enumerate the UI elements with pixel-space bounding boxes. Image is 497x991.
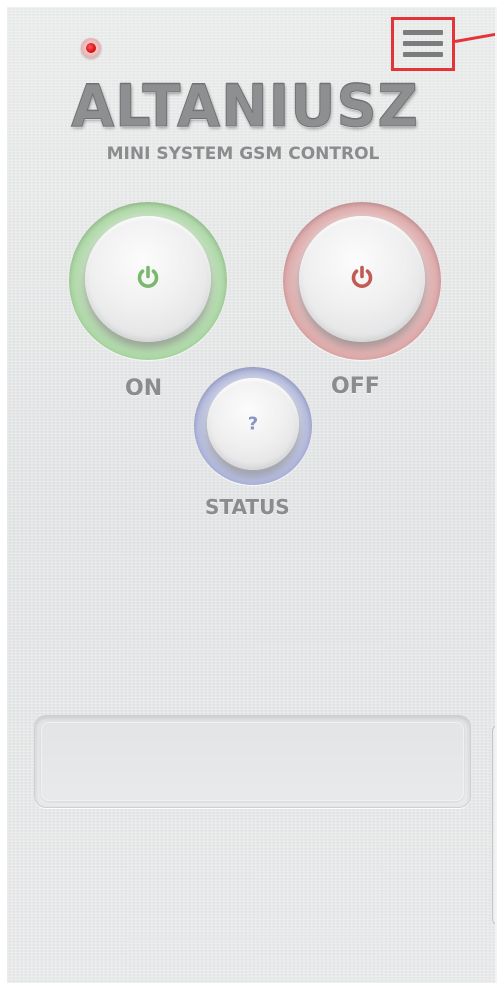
on-button[interactable] [69,202,227,360]
message-display [34,715,471,808]
on-button-label: ON [125,376,163,401]
menu-highlight-pointer [454,32,497,43]
status-button-face[interactable]: ? [207,378,299,470]
off-button-face[interactable] [299,216,425,342]
power-icon [133,262,163,296]
menu-button[interactable] [391,17,455,71]
on-button-face[interactable] [85,216,211,342]
status-button-label: STATUS [205,495,290,519]
off-button[interactable] [283,202,441,360]
menu-bar [403,41,443,46]
app-screen: ALTANIUSZ MINI SYSTEM GSM CONTROL ON OFF… [7,7,497,983]
menu-bar [403,52,443,57]
question-mark-icon: ? [247,413,259,435]
off-button-label: OFF [331,374,380,399]
app-title: ALTANIUSZ [71,72,419,140]
status-led-icon [81,38,101,58]
power-icon [347,262,377,296]
app-subtitle: MINI SYSTEM GSM CONTROL [106,144,380,164]
status-button[interactable]: ? [194,367,312,485]
menu-bar [403,30,443,35]
